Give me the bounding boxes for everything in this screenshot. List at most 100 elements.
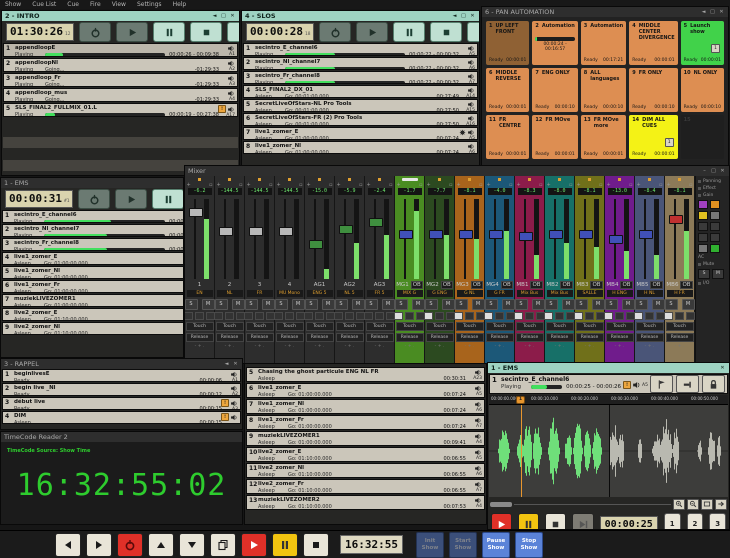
pin-button[interactable] <box>676 375 699 393</box>
editor-pause-button[interactable] <box>518 513 539 530</box>
fader-cap[interactable] <box>669 215 683 224</box>
pan-titlebar[interactable]: 6 - PAN AUTOMATION ◄□✕ <box>482 7 728 17</box>
menu-item-cue-list[interactable]: Cue List <box>32 1 56 8</box>
mixer-strip-MG2[interactable]: +▫-7.7MG2OBG ENGSMTouchRelease- + . <box>425 176 455 364</box>
cue-row-4[interactable]: 4live1_zomer_EAsleepGo: 01:00:00.000 <box>2 252 184 265</box>
expand-icon[interactable]: + <box>217 183 221 188</box>
automation-mode-button[interactable] <box>604 312 613 320</box>
mixer-strip-1[interactable]: +▫-6.21ENSMTouchRelease- + . <box>185 176 215 364</box>
automation-mode-button[interactable] <box>555 312 564 320</box>
option-icon[interactable]: ▫ <box>389 183 392 188</box>
fader-cap[interactable] <box>369 218 383 227</box>
fader-zone[interactable] <box>605 197 634 281</box>
touch-button[interactable]: Touch <box>456 322 484 331</box>
intro-skip-button[interactable] <box>227 22 240 42</box>
expand-icon[interactable]: + <box>607 183 611 188</box>
mute-button[interactable]: M <box>502 299 515 310</box>
touch-button[interactable]: Touch <box>246 322 274 331</box>
fader-zone[interactable] <box>335 197 364 281</box>
solo-button[interactable]: S <box>305 299 318 310</box>
automation-mode-button[interactable] <box>285 312 294 320</box>
ems-pause-button[interactable] <box>152 189 184 209</box>
cue-row-2[interactable]: 2begin live _NlReady00:00:12A2 <box>2 383 241 396</box>
automation-mode-button[interactable] <box>315 312 324 320</box>
fader-zone[interactable] <box>665 197 694 281</box>
automation-mode-button[interactable] <box>686 312 695 320</box>
cue-row-4[interactable]: 4appendloop_musPlayingGoing...-01:29:33A… <box>3 88 238 102</box>
pan-cue-tile-11[interactable]: 11FR CENTREReady00:00:01 <box>486 115 529 159</box>
maximize-icon[interactable]: □ <box>220 13 227 20</box>
fader-zone[interactable] <box>245 197 274 281</box>
mixer-strip-MB6[interactable]: +▫-8.1MB6OBH FRSMTouchRelease- + . <box>665 176 695 364</box>
touch-button[interactable]: Touch <box>606 322 634 331</box>
fader-zone[interactable] <box>515 197 544 281</box>
expand-icon[interactable]: + <box>367 183 371 188</box>
mute-button[interactable]: M <box>232 299 245 310</box>
playhead[interactable] <box>609 405 610 497</box>
pan-cue-tile-7[interactable]: 7ENG ONLYReady00:00:10 <box>532 68 577 112</box>
solo-button[interactable]: S <box>245 299 258 310</box>
menu-item-fire[interactable]: Fire <box>90 1 101 8</box>
sidebar-chip[interactable] <box>698 233 708 242</box>
pan-cue-tile-10[interactable]: 10NL ONLYReady00:00:10 <box>681 68 724 112</box>
fader-cap[interactable] <box>309 240 323 249</box>
fit-button[interactable] <box>701 499 713 510</box>
automation-mode-button[interactable] <box>484 312 493 320</box>
pin-icon[interactable]: ◄ <box>700 9 707 16</box>
close-icon[interactable]: ✕ <box>232 361 239 368</box>
mixer-strip-AG3[interactable]: +▫-2.4AG3FR 5SMTouchRelease- + . <box>365 176 395 364</box>
sidebar-chip[interactable] <box>698 211 708 220</box>
solo-button[interactable]: S <box>665 299 678 310</box>
release-button[interactable]: Release <box>606 333 634 342</box>
pan-cue-tile-2[interactable]: 2Automation00:00:24 - 00:16:57 <box>532 21 577 65</box>
intro-power-button[interactable] <box>79 22 111 42</box>
cue-row-8[interactable]: 8live1_zomer_NlAsleepGo: 01:00:00.00000:… <box>243 141 478 154</box>
mixer-strip-MB2[interactable]: +▫-8.0MB2OBMix BusSMTouchRelease- + . <box>545 176 575 364</box>
marker-flag-button[interactable] <box>650 375 673 393</box>
cue-row-3[interactable]: 3secintro_Fr_channel8Playing00:00:22 - 0… <box>243 71 478 84</box>
mixer-strip-MB1[interactable]: +▫-8.3MB1OBMix BusSMTouchRelease- + . <box>515 176 545 364</box>
touch-button[interactable]: Touch <box>366 322 394 331</box>
mixer-strip-MG3[interactable]: +▫-8.1MG3OBG NLSMTouchRelease- + . <box>455 176 485 364</box>
maximize-icon[interactable]: □ <box>710 168 717 175</box>
fader-cap[interactable] <box>609 235 623 244</box>
mute-button[interactable]: M <box>562 299 575 310</box>
automation-mode-button[interactable] <box>454 312 463 320</box>
expand-icon[interactable]: + <box>307 183 311 188</box>
cue-row-7[interactable]: 7live1_zomer_NlAsleepGo: 01:00:00.00000:… <box>246 399 485 414</box>
automation-mode-button[interactable] <box>465 312 474 320</box>
pause-button[interactable] <box>272 533 298 557</box>
ems-play-button[interactable] <box>115 189 147 209</box>
mixer-strip-MB3[interactable]: +▫-8.1MB3OBSALLESMTouchRelease- + . <box>575 176 605 364</box>
rappel-titlebar[interactable]: 3 - RAPPEL ◄✕ <box>1 359 242 369</box>
release-button[interactable]: Release <box>576 333 604 342</box>
mute-button[interactable]: M <box>532 299 545 310</box>
fader-zone[interactable] <box>455 197 484 281</box>
automation-mode-button[interactable] <box>514 312 523 320</box>
expand-icon[interactable]: + <box>667 183 671 188</box>
cue-row-8[interactable]: 8live2_zomer_EAsleepGo: 01:10:00.000 <box>2 308 184 321</box>
expand-icon[interactable]: + <box>397 183 401 188</box>
editor-skip-button[interactable] <box>572 513 593 530</box>
fader-zone[interactable] <box>425 197 454 281</box>
fader-cap[interactable] <box>549 230 563 239</box>
mixer-strip-MG1[interactable]: +▫-1.7MG1OBMIX GSMTouchRelease- + . <box>395 176 425 364</box>
fader-cap[interactable] <box>249 227 263 236</box>
automation-mode-button[interactable] <box>615 312 624 320</box>
touch-button[interactable]: Touch <box>426 322 454 331</box>
editor-cue-row[interactable]: 1secintro_E_channel6Playing00:00:25 - 00… <box>489 374 728 394</box>
pan-cue-tile-15[interactable]: 15 <box>681 115 724 159</box>
mute-button[interactable]: M <box>652 299 665 310</box>
waveform-view[interactable] <box>489 405 728 497</box>
cue-row-3[interactable]: 3appendloop_FrPlayingGoing...-01:29:33A3 <box>3 73 238 87</box>
cue-row-1[interactable]: 1appendloopEPlaying00:00:26 - 00:09:38A1 <box>3 43 238 57</box>
sidebar-chip[interactable] <box>710 211 720 220</box>
cue-row-11[interactable]: 11live2_zomer_NlAsleepGo: 01:10:00.00000… <box>246 463 485 478</box>
mixer-strip-AG2[interactable]: +▫-5.9AG2NL 5SMTouchRelease- + . <box>335 176 365 364</box>
touch-button[interactable]: Touch <box>276 322 304 331</box>
menu-item-show[interactable]: Show <box>5 1 21 8</box>
release-button[interactable]: Release <box>546 333 574 342</box>
mixer-strip-3[interactable]: +▫-144.53FRSMTouchRelease- + . <box>245 176 275 364</box>
touch-button[interactable]: Touch <box>516 322 544 331</box>
automation-mode-button[interactable] <box>244 312 253 320</box>
